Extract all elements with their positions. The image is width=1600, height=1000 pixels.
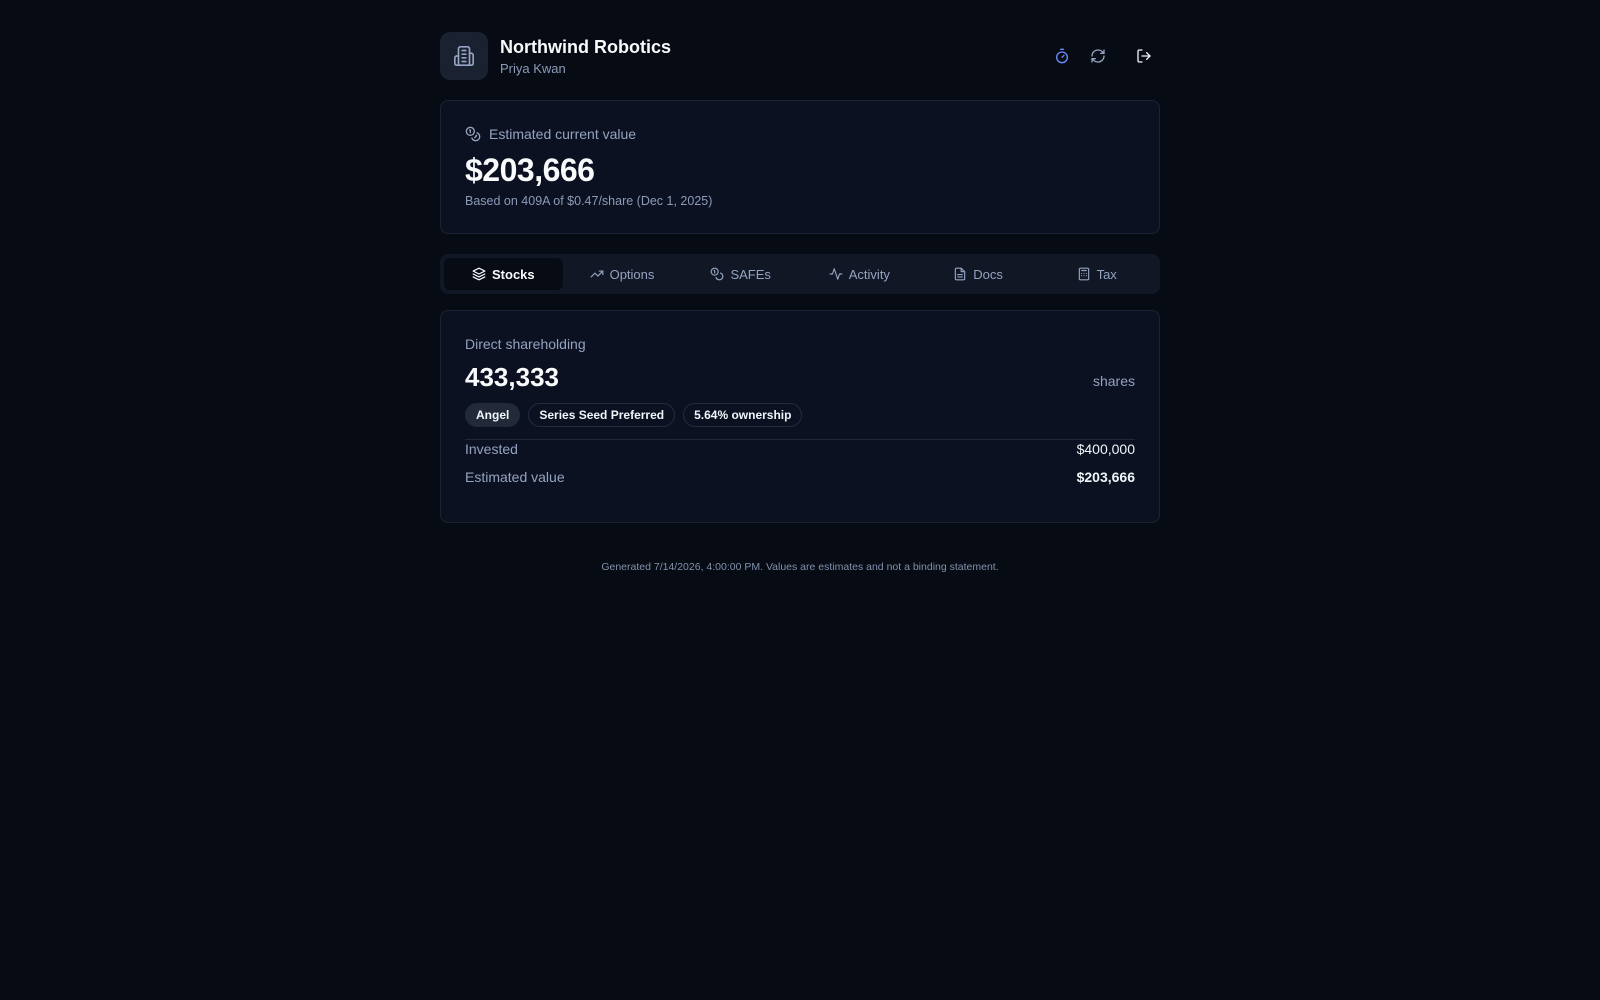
tab-label: Options <box>609 266 655 282</box>
current-value: $203,666 <box>465 152 595 188</box>
trending-up-icon <box>590 267 604 281</box>
tab-activity[interactable]: Activity <box>800 258 919 290</box>
status-badge: Angel <box>465 403 521 427</box>
header: Northwind Robotics Priya Kwan <box>440 32 1160 80</box>
status-badge: Series Seed Preferred <box>528 403 676 427</box>
refresh-button[interactable] <box>1082 40 1114 72</box>
shareholding-label: Direct shareholding <box>465 336 586 352</box>
invested-value: $400,000 <box>1076 441 1135 457</box>
tab-options[interactable]: Options <box>563 258 682 290</box>
value-label: Estimated current value <box>489 126 637 142</box>
refresh-icon <box>1090 48 1106 64</box>
shareholding-card: Direct shareholding 433,333 shares Angel… <box>440 310 1160 523</box>
tab-label: Tax <box>1096 266 1117 282</box>
dashboard: Northwind Robotics Priya Kwan Estimated … <box>440 32 1160 573</box>
tab-safes[interactable]: SAFEs <box>681 258 800 290</box>
tab-stocks[interactable]: Stocks <box>444 258 563 290</box>
timer-button[interactable] <box>1046 40 1078 72</box>
share-count: 433,333 <box>465 362 559 392</box>
activity-icon <box>829 267 843 281</box>
calculator-icon <box>1077 267 1091 281</box>
status-badge: 5.64% ownership <box>683 403 803 427</box>
tab-label: SAFEs <box>730 266 771 282</box>
tab-label: Stocks <box>492 266 535 282</box>
logout-icon <box>1136 48 1152 64</box>
user-name: Priya Kwan <box>500 60 566 76</box>
coins-icon <box>465 126 481 142</box>
layers-icon <box>472 267 486 281</box>
document-icon <box>953 267 967 281</box>
estimated-label: Estimated value <box>465 469 565 485</box>
stopwatch-icon <box>1054 48 1070 64</box>
badge-group: Angel Series Seed Preferred 5.64% owners… <box>465 403 1135 427</box>
footer-note: Generated 7/14/2026, 4:00:00 PM. Values … <box>601 561 999 573</box>
estimated-value: $203,666 <box>1076 469 1135 485</box>
estimated-value-card: Estimated current value $203,666 Based o… <box>440 100 1160 234</box>
tab-tax[interactable]: Tax <box>1037 258 1156 290</box>
tab-label: Docs <box>973 266 1003 282</box>
valuation-basis: Based on 409A of $0.47/share (Dec 1, 202… <box>465 194 713 208</box>
tab-bar: Stocks Options SAFEs Activity Docs Tax <box>440 254 1160 294</box>
building-icon <box>453 45 475 67</box>
invested-label: Invested <box>465 441 518 457</box>
tab-docs[interactable]: Docs <box>919 258 1038 290</box>
coins-icon <box>710 267 724 281</box>
share-unit: shares <box>1092 373 1135 389</box>
logout-button[interactable] <box>1128 40 1160 72</box>
company-logo <box>440 32 488 80</box>
company-name: Northwind Robotics <box>500 36 671 57</box>
invested-row: Invested $400,000 <box>465 440 1135 458</box>
tab-label: Activity <box>848 266 890 282</box>
estimated-row: Estimated value $203,666 <box>465 468 1135 486</box>
